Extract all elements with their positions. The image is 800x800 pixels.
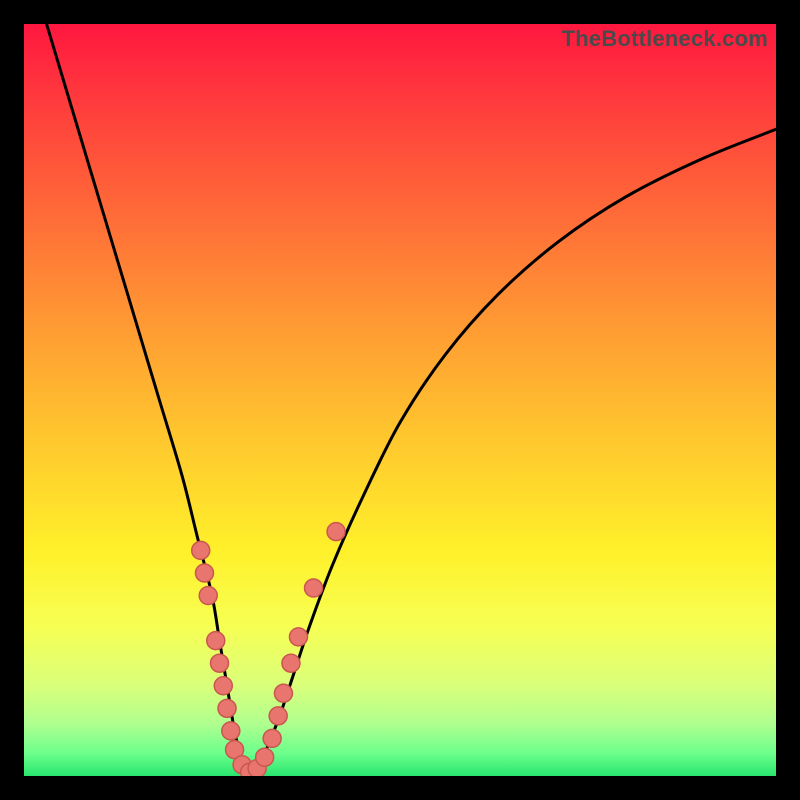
- curve-marker: [222, 722, 240, 740]
- curve-marker: [274, 684, 292, 702]
- curve-marker: [195, 564, 213, 582]
- curve-marker: [218, 699, 236, 717]
- curve-marker: [282, 654, 300, 672]
- curve-marker: [199, 587, 217, 605]
- curve-marker: [305, 579, 323, 597]
- curve-marker: [211, 654, 229, 672]
- chart-container: TheBottleneck.com: [0, 0, 800, 800]
- curve-marker: [192, 541, 210, 559]
- curve-marker: [289, 628, 307, 646]
- bottleneck-curve: [47, 24, 776, 776]
- curve-marker: [263, 729, 281, 747]
- watermark-text: TheBottleneck.com: [562, 26, 768, 52]
- curve-marker: [214, 677, 232, 695]
- curve-marker: [207, 632, 225, 650]
- plot-area: TheBottleneck.com: [24, 24, 776, 776]
- curve-marker: [269, 707, 287, 725]
- curve-svg: [24, 24, 776, 776]
- curve-markers: [192, 523, 345, 776]
- curve-marker: [327, 523, 345, 541]
- curve-marker: [256, 748, 274, 766]
